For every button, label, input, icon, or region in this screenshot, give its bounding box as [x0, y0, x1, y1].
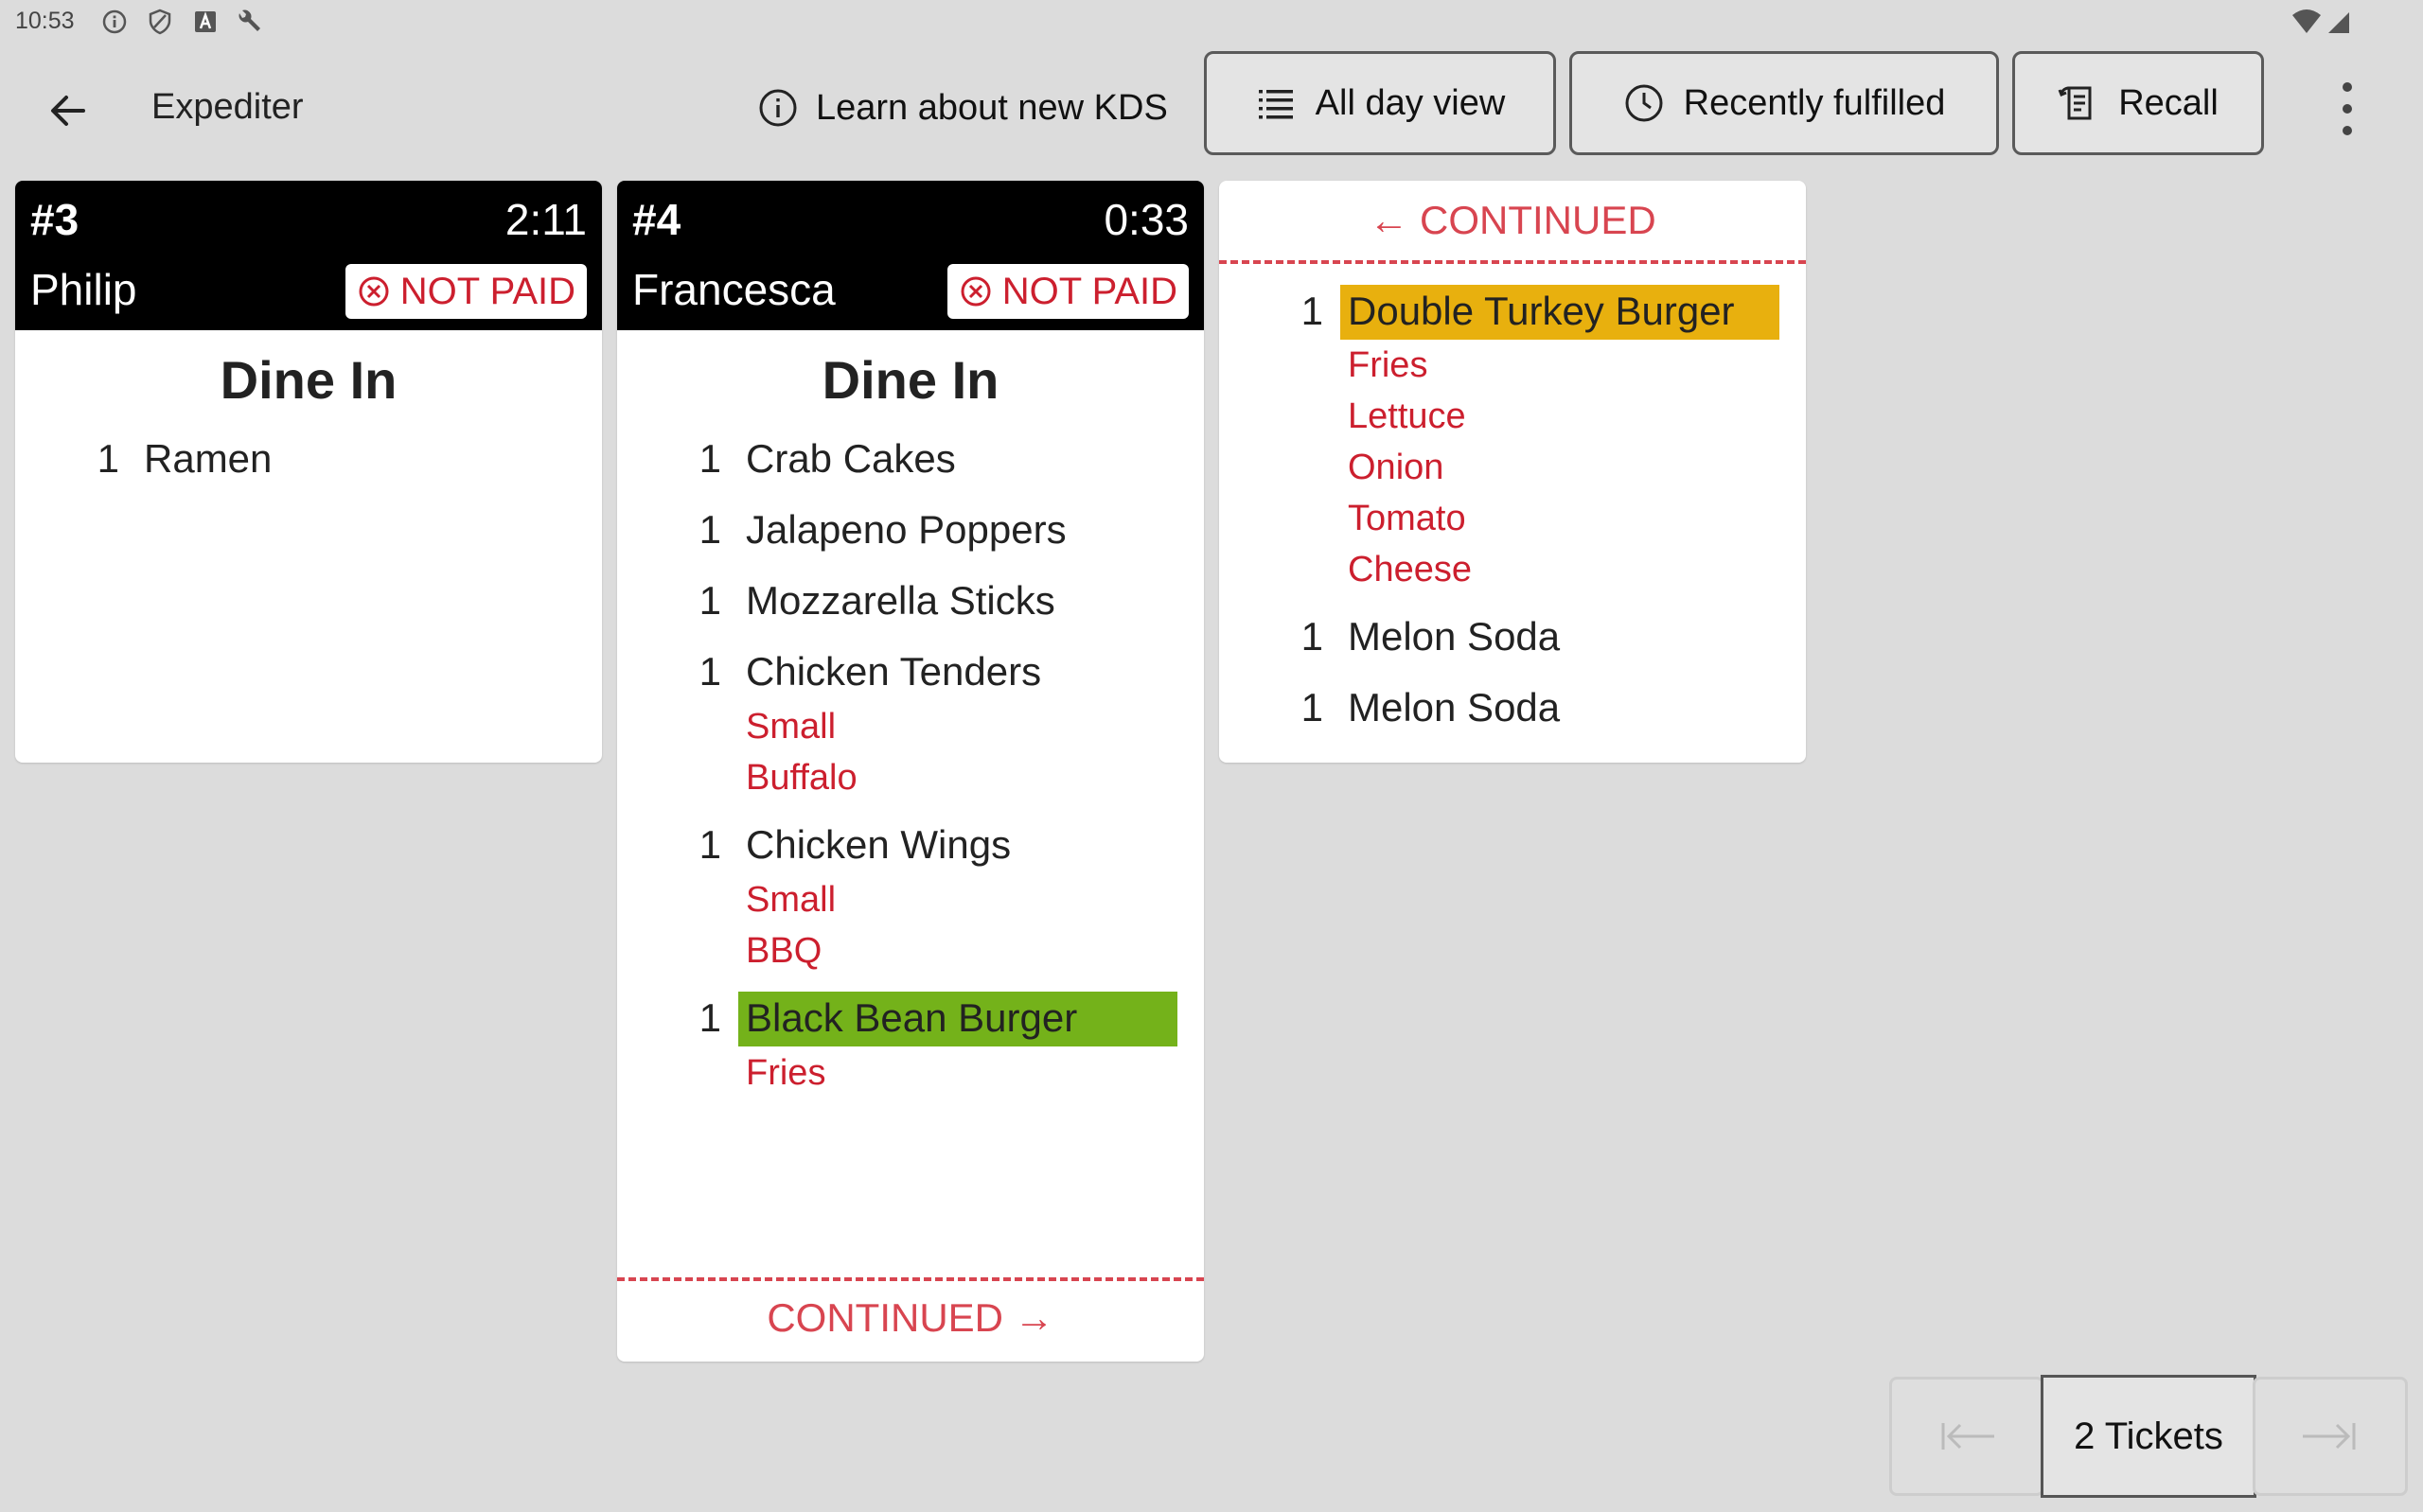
not-paid-badge: NOT PAID	[345, 264, 587, 319]
recently-fulfilled-label: Recently fulfilled	[1683, 82, 1946, 123]
all-day-label: All day view	[1315, 82, 1506, 123]
page-title: Expediter	[151, 87, 304, 127]
item-name: Melon Soda	[1348, 614, 1561, 659]
item-name: Chicken Tenders	[746, 649, 1042, 694]
item-modifier: Buffalo	[746, 758, 858, 798]
all-day-view-button[interactable]: All day view	[1204, 51, 1556, 155]
item-name: Mozzarella Sticks	[746, 578, 1055, 623]
not-paid-badge: NOT PAID	[946, 264, 1189, 319]
wrench-icon	[239, 9, 260, 31]
ticket-header: #3 2:11 Philip NOT PAID	[15, 181, 602, 330]
item-quantity: 1	[97, 436, 119, 481]
list-icon	[1258, 90, 1293, 119]
app-bar: Expediter Learn about new KDS All day vi…	[0, 47, 2423, 166]
first-page-button[interactable]	[1889, 1377, 2044, 1496]
ticket-card-3[interactable]: #3 2:11 Philip NOT PAID Dine In 1 Ramen	[15, 181, 602, 763]
cancel-circle-icon	[359, 276, 389, 307]
learn-about-kds-link[interactable]: Learn about new KDS	[757, 81, 1168, 134]
item-quantity: 1	[699, 649, 721, 694]
first-page-icon	[1941, 1423, 1994, 1450]
learn-label: Learn about new KDS	[816, 87, 1168, 128]
item-quantity: 1	[699, 822, 721, 867]
not-paid-label: NOT PAID	[1001, 270, 1177, 312]
item-name: Double Turkey Burger	[1348, 289, 1735, 333]
back-arrow-icon[interactable]	[38, 80, 98, 141]
last-page-button[interactable]	[2253, 1377, 2408, 1496]
ticket-card-4[interactable]: #4 0:33 Francesca NOT PAID Dine In 1 Cra…	[617, 181, 1204, 1362]
item-modifier: Fries	[746, 1053, 826, 1093]
item-quantity: 1	[1300, 289, 1323, 333]
item-quantity: 1	[1300, 614, 1323, 659]
continued-label: ← CONTINUED	[1369, 198, 1656, 242]
more-options-icon[interactable]	[2333, 76, 2361, 142]
item-modifier: Small	[746, 880, 837, 920]
item-modifier: Cheese	[1348, 550, 1472, 589]
continued-divider	[1219, 260, 1806, 264]
item-name: Black Bean Burger	[746, 995, 1078, 1040]
shield-icon	[149, 9, 171, 35]
item-modifier: Small	[746, 707, 837, 747]
item-name: Jalapeno Poppers	[746, 507, 1067, 552]
info-icon	[759, 89, 797, 127]
recall-label: Recall	[2118, 82, 2219, 123]
item-modifier: Tomato	[1348, 499, 1466, 538]
ticket-timer: 2:11	[504, 195, 587, 244]
continued-label: CONTINUED →	[767, 1295, 1054, 1340]
ticket-number: #3	[30, 195, 80, 244]
app-badge-icon	[195, 11, 216, 32]
status-bar: 10:53	[0, 0, 2423, 45]
item-name: Ramen	[144, 436, 273, 481]
cancel-circle-icon	[961, 276, 991, 307]
item-quantity: 1	[699, 578, 721, 623]
info-icon	[102, 9, 127, 34]
wifi-signal-icon	[2292, 9, 2349, 33]
item-name: Crab Cakes	[746, 436, 956, 481]
ticket-card-continued[interactable]: ← CONTINUED 1 Double Turkey Burger Fries…	[1219, 181, 1806, 763]
recall-receipt-icon	[2058, 86, 2092, 120]
item-modifier: Onion	[1348, 448, 1444, 487]
item-quantity: 1	[699, 995, 721, 1040]
ticket-count: 2 Tickets	[2041, 1375, 2256, 1498]
order-type: Dine In	[220, 350, 398, 410]
item-quantity: 1	[699, 436, 721, 481]
item-quantity: 1	[1300, 685, 1323, 730]
item-modifier: BBQ	[746, 931, 822, 971]
recently-fulfilled-button[interactable]: Recently fulfilled	[1569, 51, 1999, 155]
item-name: Chicken Wings	[746, 822, 1012, 867]
status-time: 10:53	[15, 8, 75, 34]
clock-icon	[1625, 84, 1663, 122]
continued-divider	[617, 1277, 1204, 1281]
customer-name: Francesca	[632, 265, 836, 314]
customer-name: Philip	[30, 265, 137, 314]
ticket-number: #4	[632, 195, 681, 244]
item-name: Melon Soda	[1348, 685, 1561, 730]
recall-button[interactable]: Recall	[2012, 51, 2264, 155]
last-page-icon	[2303, 1423, 2356, 1450]
ticket-timer: 0:33	[1104, 195, 1189, 244]
not-paid-label: NOT PAID	[399, 270, 575, 312]
order-type: Dine In	[822, 350, 999, 410]
item-modifier: Fries	[1348, 345, 1428, 385]
ticket-header: #4 0:33 Francesca NOT PAID	[617, 181, 1204, 330]
item-quantity: 1	[699, 507, 721, 552]
item-modifier: Lettuce	[1348, 396, 1466, 436]
